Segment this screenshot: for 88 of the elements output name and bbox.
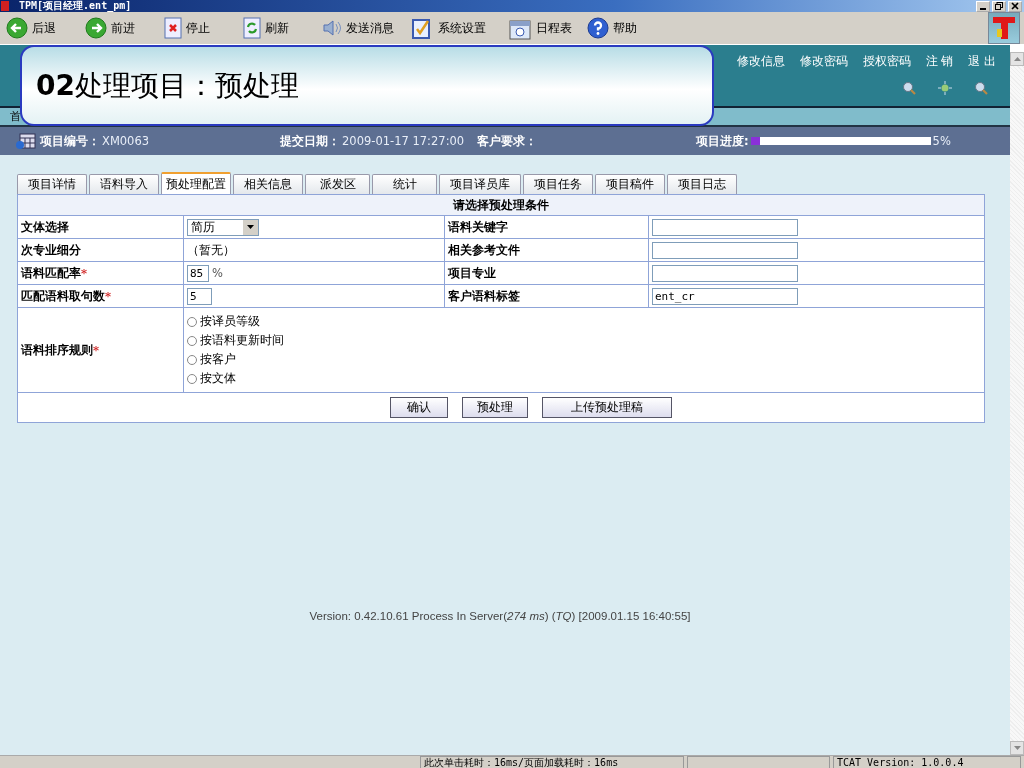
field-label: 文体选择	[21, 219, 69, 234]
field-label: 项目进度:	[696, 133, 749, 149]
speaker-icon	[322, 20, 342, 36]
refresh-button[interactable]: 刷新	[243, 17, 322, 39]
option-label[interactable]: 按译员等级	[200, 314, 260, 329]
version-text: Version: 0.42.10.61 Process In Server(274 ms) (TQ) [2009.01.15 16:40:55]	[308, 610, 692, 622]
nav-item[interactable]: 首	[10, 109, 21, 124]
header-link[interactable]: 授权密码	[862, 54, 911, 69]
header-link[interactable]: 注 销	[925, 54, 954, 69]
upload-button[interactable]: 上传预处理稿	[542, 397, 672, 418]
input-field[interactable]	[652, 218, 798, 236]
field-label: 项目专业	[448, 265, 496, 280]
field-label: 客户要求：	[477, 133, 537, 149]
radio-button[interactable]	[187, 316, 197, 327]
t-logo-icon	[991, 15, 1017, 41]
tab[interactable]: 统计	[372, 174, 437, 194]
zoom-out-icon[interactable]	[974, 81, 988, 95]
unit-label: %	[212, 265, 223, 280]
sun-icon[interactable]	[938, 81, 952, 95]
calendar-button[interactable]: 日程表	[508, 16, 587, 40]
close-icon	[1011, 2, 1019, 10]
field-value: （暂无）	[187, 242, 235, 257]
field-label: 项目编号：	[40, 133, 100, 149]
input-field[interactable]	[652, 241, 798, 259]
help-button[interactable]: 帮助	[587, 17, 666, 39]
header-link[interactable]: 退 出	[968, 54, 996, 69]
scrollbar[interactable]	[1010, 52, 1024, 755]
help-icon	[587, 17, 609, 39]
preprocess-button[interactable]: 预处理	[462, 397, 528, 418]
required-mark: *	[81, 265, 87, 280]
tab[interactable]: 预处理配置	[161, 172, 231, 194]
settings-button[interactable]: 系统设置	[412, 17, 508, 39]
tab[interactable]: 项目任务	[523, 174, 593, 194]
field-label: 语料排序规则	[21, 342, 93, 357]
restore-button[interactable]	[992, 0, 1006, 12]
tab[interactable]: 项目日志	[667, 174, 737, 194]
status-text: TCAT Version: 1.0.0.4	[833, 756, 1021, 768]
stop-button[interactable]: 停止	[164, 17, 243, 39]
dropdown-arrow-icon	[247, 225, 254, 229]
progress-reading: 5%	[932, 134, 951, 148]
input-field[interactable]	[652, 264, 798, 282]
input-field[interactable]: 85	[187, 264, 209, 282]
confirm-button[interactable]: 确认	[390, 397, 448, 418]
field-value: XM0063	[102, 134, 150, 148]
tab[interactable]: 语料导入	[89, 174, 159, 194]
callout-title: 02处理项目：预处理	[36, 67, 299, 104]
zoom-in-icon[interactable]	[902, 81, 916, 95]
tab[interactable]: 项目稿件	[595, 174, 665, 194]
restore-icon	[995, 2, 1003, 10]
option-label[interactable]: 按文体	[200, 371, 236, 386]
forward-button[interactable]: 前进	[85, 17, 164, 39]
document-x-icon	[164, 17, 182, 39]
field-label: 语料匹配率	[21, 265, 81, 280]
status-text: 此次单击耗时：16ms/页面加载耗时：16ms	[420, 756, 684, 768]
form-title: 请选择预处理条件	[17, 194, 985, 216]
radio-button[interactable]	[187, 354, 197, 365]
field-label: 提交日期：	[280, 133, 340, 149]
app-icon	[1, 1, 9, 11]
header-link[interactable]: 修改信息	[736, 54, 785, 69]
radio-button[interactable]	[187, 373, 197, 384]
scroll-down-icon[interactable]	[1013, 746, 1021, 750]
input-field[interactable]: ent_cr	[652, 287, 798, 305]
radio-button[interactable]	[187, 335, 197, 346]
tab[interactable]: 项目译员库	[439, 174, 521, 194]
header-link[interactable]: 修改密码	[799, 54, 848, 69]
close-button[interactable]	[1008, 0, 1022, 12]
field-label: 相关参考文件	[448, 242, 520, 257]
window-title: TPM[项目经理.ent_pm]	[18, 0, 132, 12]
input-field[interactable]: 5	[187, 287, 212, 305]
refresh-icon	[243, 17, 261, 39]
field-label: 匹配语料取句数	[21, 288, 105, 303]
scroll-up-icon[interactable]	[1013, 57, 1021, 61]
required-mark: *	[93, 342, 99, 357]
field-label: 次专业细分	[21, 242, 81, 257]
message-button[interactable]: 发送消息	[322, 19, 412, 37]
tab[interactable]: 项目详情	[17, 174, 87, 194]
tab[interactable]: 相关信息	[233, 174, 303, 194]
minimize-button[interactable]	[976, 0, 990, 12]
option-label[interactable]: 按客户	[200, 352, 236, 367]
field-label: 语料关键字	[448, 219, 508, 234]
select-field[interactable]: 简历	[187, 218, 259, 236]
tab[interactable]: 派发区	[305, 174, 370, 194]
option-label[interactable]: 按语料更新时间	[200, 333, 284, 348]
grid-icon	[16, 133, 36, 149]
field-label: 客户语料标签	[448, 288, 520, 303]
back-button[interactable]: 后退	[6, 17, 85, 39]
field-value: 2009-01-17 17:27:00	[342, 134, 465, 148]
required-mark: *	[105, 288, 111, 303]
